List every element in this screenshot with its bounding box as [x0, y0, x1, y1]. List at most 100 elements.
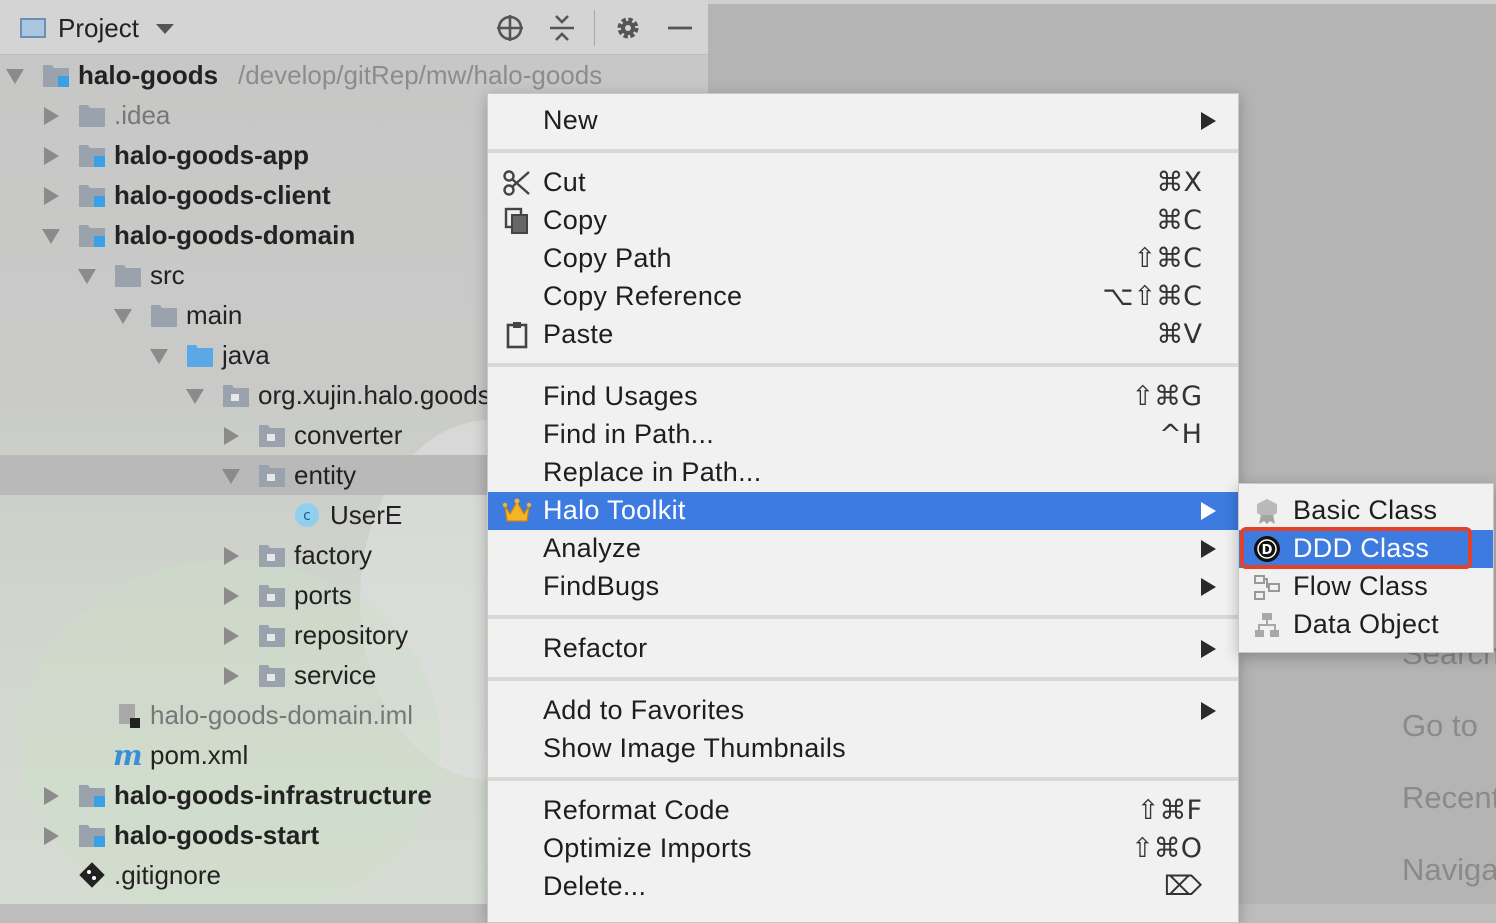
expanded-arrow-icon[interactable]: [6, 69, 24, 84]
project-toolbar: Project: [0, 0, 708, 55]
menu-item-findbugs[interactable]: FindBugs: [488, 568, 1238, 606]
module-folder-icon: [79, 185, 105, 207]
collapsed-arrow-icon[interactable]: [224, 547, 239, 565]
submenu-arrow-icon: [1201, 502, 1216, 520]
tree-item-label: halo-goods-client: [114, 180, 331, 210]
chevron-down-icon[interactable]: [156, 24, 174, 34]
menu-item-copy[interactable]: Copy ⌘C: [488, 202, 1238, 240]
package-icon: [259, 625, 285, 647]
menu-item-reformat-code[interactable]: Reformat Code ⇧⌘F: [488, 792, 1238, 830]
menu-item-label: Delete...: [543, 871, 647, 901]
shortcut-label: ⌦: [1163, 871, 1202, 902]
tree-item-label: repository: [294, 620, 409, 650]
menu-item-label: Halo Toolkit: [543, 495, 686, 525]
tree-item-label: converter: [294, 420, 403, 450]
menu-item-show-image-thumbnails[interactable]: Show Image Thumbnails: [488, 730, 1238, 768]
menu-item-add-to-favorites[interactable]: Add to Favorites: [488, 692, 1238, 730]
editor-top-strip: [708, 0, 1496, 4]
menu-item-label: Copy Path: [543, 243, 672, 273]
menu-item-label: Add to Favorites: [543, 695, 745, 725]
menu-item-find-usages[interactable]: Find Usages ⇧⌘G: [488, 378, 1238, 416]
module-folder-icon: [79, 825, 105, 847]
collapse-all-icon[interactable]: [547, 13, 577, 43]
expanded-arrow-icon[interactable]: [150, 349, 168, 364]
menu-item-refactor[interactable]: Refactor: [488, 630, 1238, 668]
package-icon: [259, 425, 285, 447]
shortcut-label: ⌥⇧⌘C: [1102, 281, 1202, 312]
tree-item-label: ports: [294, 580, 352, 610]
highlight-box: [1240, 527, 1472, 569]
scissors-icon: [503, 170, 530, 196]
module-folder-icon: [43, 65, 69, 87]
gear-icon[interactable]: [613, 13, 643, 43]
submenu-item-basic-class[interactable]: Basic Class: [1239, 492, 1493, 530]
collapsed-arrow-icon[interactable]: [44, 827, 59, 845]
collapsed-arrow-icon[interactable]: [224, 667, 239, 685]
clipboard-icon: [506, 322, 528, 349]
editor-hint-recent: Recent: [1402, 780, 1496, 815]
copy-icon: [504, 207, 528, 234]
collapsed-arrow-icon[interactable]: [44, 187, 59, 205]
folder-icon: [151, 305, 177, 327]
project-view-selector[interactable]: Project: [58, 13, 139, 44]
submenu-item-data-object[interactable]: Data Object: [1239, 606, 1493, 644]
collapsed-arrow-icon[interactable]: [44, 107, 59, 125]
module-folder-icon: [79, 145, 105, 167]
shortcut-label: ⇧⌘C: [1133, 243, 1202, 274]
module-folder-icon: [79, 785, 105, 807]
tree-item-label: factory: [294, 540, 373, 570]
menu-item-label: Copy Reference: [543, 281, 743, 311]
package-icon: [259, 465, 285, 487]
tree-item-label: main: [186, 300, 243, 330]
submenu-arrow-icon: [1201, 640, 1216, 658]
collapsed-arrow-icon[interactable]: [224, 587, 239, 605]
tree-row-root[interactable]: halo-goods /develop/gitRep/mw/halo-goods: [0, 55, 708, 95]
menu-item-copy-path[interactable]: Copy Path ⇧⌘C: [488, 240, 1238, 278]
expanded-arrow-icon[interactable]: [42, 229, 60, 244]
tree-item-label: halo-goods-domain.iml: [150, 700, 414, 730]
badge-icon: [1257, 499, 1277, 524]
menu-item-optimize-imports[interactable]: Optimize Imports ⇧⌘O: [488, 830, 1238, 868]
svg-text:m: m: [113, 742, 143, 768]
expanded-arrow-icon[interactable]: [78, 269, 96, 284]
menu-item-new[interactable]: New: [488, 102, 1238, 140]
shortcut-label: ⌘X: [1156, 167, 1203, 198]
expanded-arrow-icon[interactable]: [114, 309, 132, 324]
menu-item-paste[interactable]: Paste ⌘V: [488, 316, 1238, 354]
editor-hint-navigation: Naviga: [1402, 852, 1496, 887]
locate-icon[interactable]: [495, 13, 525, 43]
editor-hint-goto: Go to: [1402, 708, 1478, 743]
menu-item-label: Show Image Thumbnails: [543, 733, 846, 763]
tree-item-label: halo-goods-domain: [114, 220, 356, 250]
tree-item-label: entity: [294, 460, 357, 490]
menu-item-cut[interactable]: Cut ⌘X: [488, 164, 1238, 202]
collapsed-arrow-icon[interactable]: [44, 147, 59, 165]
menu-item-copy-reference[interactable]: Copy Reference ⌥⇧⌘C: [488, 278, 1238, 316]
menu-item-label: Reformat Code: [543, 795, 730, 825]
submenu-item-label: Basic Class: [1293, 495, 1438, 525]
shortcut-label: ⇧⌘G: [1131, 381, 1202, 412]
expanded-arrow-icon[interactable]: [222, 469, 240, 484]
collapsed-arrow-icon[interactable]: [224, 627, 239, 645]
collapsed-arrow-icon[interactable]: [44, 787, 59, 805]
tree-item-label: .gitignore: [114, 860, 221, 890]
package-icon: [223, 385, 249, 407]
menu-separator: [488, 677, 1238, 681]
tree-item-label: org.xujin.halo.goods: [258, 380, 491, 410]
menu-item-delete[interactable]: Delete... ⌦: [488, 868, 1238, 906]
menu-item-replace-in-path[interactable]: Replace in Path...: [488, 454, 1238, 492]
expanded-arrow-icon[interactable]: [186, 389, 204, 404]
menu-item-analyze[interactable]: Analyze: [488, 530, 1238, 568]
menu-separator: [488, 363, 1238, 367]
collapsed-arrow-icon[interactable]: [224, 427, 239, 445]
minimize-icon[interactable]: [665, 13, 695, 43]
menu-item-label: Copy: [543, 205, 608, 235]
menu-item-halo-toolkit[interactable]: Halo Toolkit: [488, 492, 1238, 530]
submenu-item-flow-class[interactable]: Flow Class: [1239, 568, 1493, 606]
shortcut-label: ⌘V: [1156, 319, 1202, 350]
submenu-arrow-icon: [1201, 702, 1216, 720]
tree-item-label: halo-goods: [78, 60, 219, 90]
tree-item-label: halo-goods-infrastructure: [114, 780, 432, 810]
source-folder-icon: [187, 345, 213, 367]
menu-item-find-in-path[interactable]: Find in Path... ^H: [488, 416, 1238, 454]
